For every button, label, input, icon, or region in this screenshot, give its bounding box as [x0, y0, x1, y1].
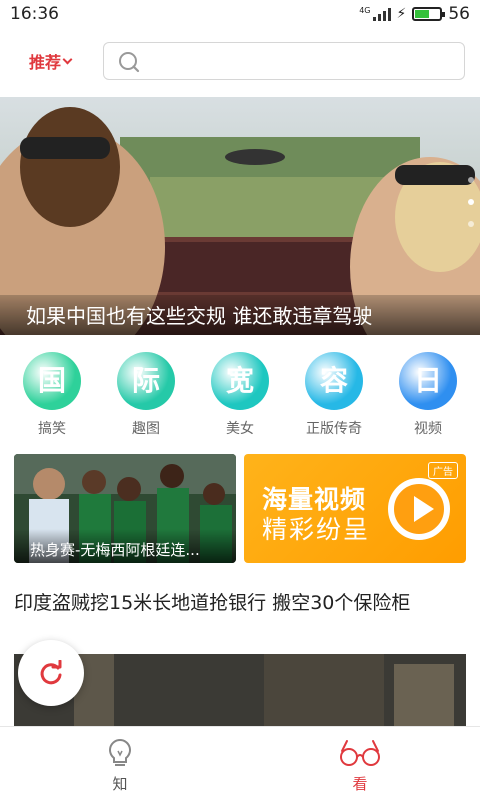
category-item-pictures[interactable]: 际 趣图: [99, 352, 193, 438]
battery-percent: 56: [448, 4, 470, 24]
category-label: 正版传奇: [306, 421, 362, 437]
category-icon: 容: [305, 352, 363, 410]
carousel-dot-active[interactable]: [468, 199, 474, 205]
battery-icon: [412, 7, 446, 21]
carousel-dot[interactable]: [468, 221, 474, 227]
article-title[interactable]: 印度盗贼挖15米长地道抢银行 搬空30个保险柜: [14, 590, 466, 616]
search-icon: [119, 52, 140, 73]
ad-badge: 广告: [428, 462, 458, 479]
carousel-dot[interactable]: [468, 177, 474, 183]
category-item-legend[interactable]: 容 正版传奇: [287, 352, 381, 438]
status-bar: 16:36 4G ⚡ 56: [0, 0, 480, 28]
signal-icon: [372, 7, 391, 21]
banner-caption: 如果中国也有这些交规 谁还敢违章驾驶: [0, 295, 480, 335]
ad-card[interactable]: 广告 海量视频 精彩纷呈: [244, 454, 466, 563]
card-caption: 热身赛-无梅西阿根廷连...: [14, 529, 236, 563]
status-time: 16:36: [10, 4, 59, 24]
category-label: 视频: [414, 421, 442, 437]
news-card-football[interactable]: 热身赛-无梅西阿根廷连...: [14, 454, 236, 563]
carousel-dots: [468, 177, 474, 227]
charging-icon: ⚡: [396, 6, 407, 22]
bottom-nav: 知 看: [0, 726, 480, 800]
category-icon: 日: [399, 352, 457, 410]
recommend-dropdown[interactable]: 推荐: [0, 49, 100, 73]
category-label: 美女: [226, 421, 254, 437]
tab-watch[interactable]: 看: [240, 727, 480, 800]
chevron-down-icon: [62, 54, 73, 64]
banner-carousel[interactable]: 如果中国也有这些交规 谁还敢违章驾驶: [0, 97, 480, 335]
category-item-beauty[interactable]: 宽 美女: [193, 352, 287, 438]
lightbulb-icon: [109, 738, 131, 766]
refresh-icon: [40, 660, 62, 685]
tab-watch-label: 看: [352, 775, 368, 793]
category-label: 搞笑: [38, 421, 66, 437]
play-icon: [388, 478, 450, 540]
status-indicators: 4G ⚡ 56: [359, 4, 470, 24]
category-icon: 国: [23, 352, 81, 410]
search-input[interactable]: [148, 43, 458, 79]
category-item-funny[interactable]: 国 搞笑: [5, 352, 99, 438]
category-item-video[interactable]: 日 视频: [381, 352, 475, 438]
ad-subline: 精彩纷呈: [262, 515, 371, 544]
search-box[interactable]: [103, 42, 465, 80]
category-label: 趣图: [132, 421, 160, 437]
top-bar: 推荐: [0, 40, 480, 82]
category-icon: 际: [117, 352, 175, 410]
recommend-label: 推荐: [28, 53, 61, 72]
tab-know[interactable]: 知: [0, 727, 240, 800]
category-icon: 宽: [211, 352, 269, 410]
refresh-button[interactable]: [18, 640, 84, 706]
category-row: 国 搞笑 际 趣图 宽 美女 容 正版传奇 日 视频: [0, 352, 480, 442]
tab-know-label: 知: [112, 775, 128, 793]
network-type: 4G: [359, 5, 371, 15]
glasses-icon: [340, 740, 380, 766]
